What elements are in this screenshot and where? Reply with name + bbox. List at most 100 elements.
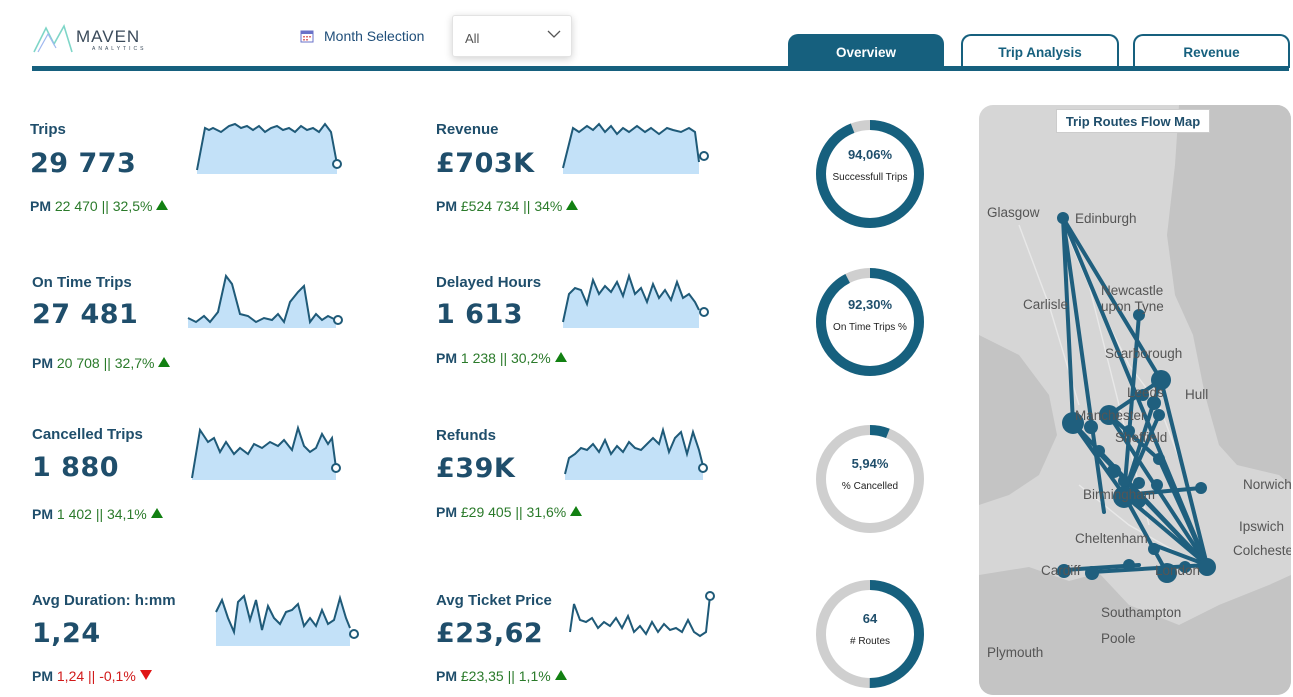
tab-overview[interactable]: Overview xyxy=(788,34,944,68)
on-time-trips-pct-value: 92,30% xyxy=(847,297,893,312)
tab-overview-label: Overview xyxy=(835,44,897,60)
avg-ticket-price-value: £23,62 xyxy=(436,618,544,649)
successful-trips-value: 94,06% xyxy=(847,147,893,162)
pm-prefix: PM xyxy=(32,668,53,684)
cancelled-trips-title: Cancelled Trips xyxy=(32,426,143,443)
city-label: Carlisle xyxy=(1023,297,1069,312)
avg-ticket-price-pm: PM £23,35 || 1,1% xyxy=(436,668,567,684)
trips-sparkline xyxy=(196,122,342,174)
pm-prefix: PM xyxy=(30,198,51,214)
logo-mark-icon xyxy=(33,23,73,53)
city-label: Birmingham xyxy=(1083,487,1156,502)
refunds-sparkline xyxy=(564,426,708,480)
city-label: London xyxy=(1155,563,1201,578)
tab-trip-analysis-label: Trip Analysis xyxy=(998,44,1082,60)
month-dropdown[interactable]: All xyxy=(452,15,572,57)
trend-up-icon xyxy=(156,200,169,210)
city-label: Cardiff xyxy=(1041,563,1081,578)
pm-prefix: PM xyxy=(436,668,457,684)
revenue-pm-text: £524 734 || 34% xyxy=(460,198,563,214)
tab-revenue-label: Revenue xyxy=(1183,44,1240,60)
pm-prefix: PM xyxy=(32,506,53,522)
avg-ticket-price-sparkline xyxy=(569,591,715,638)
city-label: Scarborough xyxy=(1105,346,1183,361)
refunds-pm-text: £29 405 || 31,6% xyxy=(460,504,567,520)
successful-trips-label: Successfull Trips xyxy=(832,172,908,183)
on-time-trips-title: On Time Trips xyxy=(32,274,132,291)
city-label: Edinburgh xyxy=(1075,211,1137,226)
pm-prefix: PM xyxy=(436,350,457,366)
month-dropdown-value: All xyxy=(465,31,480,46)
pm-prefix: PM xyxy=(32,355,53,371)
avg-duration-pm: PM 1,24 || -0,1% xyxy=(32,668,152,684)
city-label: Manchester xyxy=(1075,408,1146,423)
delayed-hours-sparkline xyxy=(562,272,709,328)
avg-duration-value: 1,24 xyxy=(32,618,101,649)
delayed-hours-value: 1 613 xyxy=(436,299,524,330)
trips-pm: PM 22 470 || 32,5% xyxy=(30,198,169,214)
logo-text: MAVEN xyxy=(76,27,141,46)
cancelled-trips-value: 1 880 xyxy=(32,452,120,483)
city-label: Plymouth xyxy=(987,645,1044,660)
dashboard: MAVEN ANALYTICS Month Selection All Over… xyxy=(0,0,1293,697)
trend-down-icon xyxy=(139,670,152,680)
avg-duration-title: Avg Duration: h:mm xyxy=(32,592,176,609)
avg-duration-pm-text: 1,24 || -0,1% xyxy=(56,668,136,684)
calendar-icon xyxy=(300,30,314,43)
tab-revenue[interactable]: Revenue xyxy=(1133,34,1290,68)
month-selection-label: Month Selection xyxy=(300,28,424,44)
city-label: Leeds xyxy=(1127,385,1164,400)
cancelled-pct-label: % Cancelled xyxy=(841,481,899,492)
city-label: Colchester xyxy=(1233,543,1291,558)
revenue-value: £703K xyxy=(436,148,535,179)
trend-up-icon xyxy=(554,670,567,680)
logo-subtext: ANALYTICS xyxy=(92,46,147,52)
chevron-down-icon xyxy=(547,30,561,38)
trip-routes-map[interactable]: Glasgow Edinburgh Newcastle upon Tyne Ca… xyxy=(979,105,1291,695)
pm-prefix: PM xyxy=(436,198,457,214)
avg-ticket-price-title: Avg Ticket Price xyxy=(436,592,552,609)
on-time-trips-sparkline xyxy=(187,273,343,328)
trips-pm-text: 22 470 || 32,5% xyxy=(54,198,153,214)
refunds-title: Refunds xyxy=(436,427,496,444)
revenue-pm: PM £524 734 || 34% xyxy=(436,198,579,214)
revenue-title: Revenue xyxy=(436,121,499,138)
trend-up-icon xyxy=(554,352,567,362)
on-time-trips-value: 27 481 xyxy=(32,299,139,330)
routes-label: # Routes xyxy=(849,636,891,647)
cancelled-trips-pm: PM 1 402 || 34,1% xyxy=(32,506,163,522)
refunds-value: £39K xyxy=(436,453,516,484)
header-divider xyxy=(32,66,1289,71)
avg-ticket-pm-text: £23,35 || 1,1% xyxy=(460,668,551,684)
refunds-pm: PM £29 405 || 31,6% xyxy=(436,504,583,520)
routes-value: 64 xyxy=(862,611,878,626)
delayed-pm-text: 1 238 || 30,2% xyxy=(460,350,551,366)
cancelled-pct-value: 5,94% xyxy=(851,456,889,471)
tab-trip-analysis[interactable]: Trip Analysis xyxy=(961,34,1119,68)
trips-value: 29 773 xyxy=(30,148,137,179)
pm-prefix: PM xyxy=(436,504,457,520)
city-label: Poole xyxy=(1101,631,1136,646)
city-label: Glasgow xyxy=(987,205,1040,220)
cancelled-pm-text: 1 402 || 34,1% xyxy=(56,506,147,522)
routes-donut xyxy=(816,580,924,688)
trend-up-icon xyxy=(570,506,583,516)
avg-duration-sparkline xyxy=(215,594,359,646)
trend-up-icon xyxy=(158,357,171,367)
delayed-hours-pm: PM 1 238 || 30,2% xyxy=(436,350,567,366)
revenue-sparkline xyxy=(562,122,709,174)
on-time-trips-pct-label: On Time Trips % xyxy=(833,322,907,333)
maven-logo: MAVEN ANALYTICS xyxy=(32,22,152,56)
map-title-text: Trip Routes Flow Map xyxy=(1065,113,1201,129)
city-label: Ipswich xyxy=(1239,519,1285,534)
city-label: Sheffield xyxy=(1115,430,1168,445)
city-label: Southampton xyxy=(1101,605,1182,620)
cancelled-trips-sparkline xyxy=(191,424,341,480)
city-label: Cheltenham xyxy=(1075,531,1148,546)
on-time-trips-pm: PM 20 708 || 32,7% xyxy=(32,355,171,371)
trips-title: Trips xyxy=(30,121,66,138)
city-label: Hull xyxy=(1185,387,1209,402)
cancelled-donut xyxy=(816,425,924,533)
trend-up-icon xyxy=(150,508,163,518)
month-selection-text: Month Selection xyxy=(324,28,425,44)
